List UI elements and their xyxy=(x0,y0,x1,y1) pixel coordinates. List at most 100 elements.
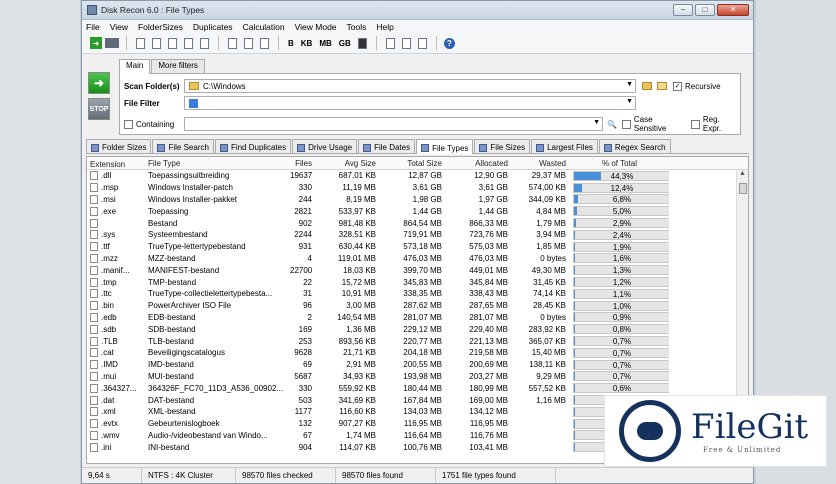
col-allocated[interactable]: Allocated xyxy=(445,157,511,169)
pct-bar: 12,4% xyxy=(573,182,669,193)
cell-files: 69 xyxy=(303,360,312,370)
containing-combo[interactable]: ▼ xyxy=(183,117,604,131)
table-row[interactable]: .IMD IMD-bestand 69 2,91 MB 200,55 MB 200,69 … xyxy=(87,359,748,371)
close-button[interactable]: ✕ xyxy=(717,4,749,16)
table-row[interactable]: .edb EDB-bestand 2 140,54 MB 281,07 MB 281,07… xyxy=(87,312,748,324)
containing-checkbox[interactable] xyxy=(124,119,133,129)
trash-icon[interactable] xyxy=(260,37,269,49)
col-wasted[interactable]: Wasted xyxy=(511,157,569,169)
menu-foldersizes[interactable]: FolderSizes xyxy=(138,22,183,32)
search-icon[interactable]: 🔍 xyxy=(606,118,618,130)
maximize-button[interactable]: □ xyxy=(695,4,715,16)
tab-file-sizes[interactable]: File Sizes xyxy=(474,139,531,153)
table-row[interactable]: .sys Systeembestand 2244 328,51 KB 719,91 MB… xyxy=(87,229,748,241)
list-doc-icon[interactable] xyxy=(200,37,209,49)
col-avg-size[interactable]: Avg Size xyxy=(315,157,379,169)
tab-drive-usage[interactable]: Drive Usage xyxy=(292,139,358,153)
table-row[interactable]: .sdb SDB-bestand 169 1,36 MB 229,12 MB 229,40… xyxy=(87,323,748,335)
tab-regex-search[interactable]: Regex Search xyxy=(598,139,671,153)
extension-text: .manif... xyxy=(101,265,130,275)
unit-mb-button[interactable]: MB xyxy=(317,37,333,49)
file-filter-combo[interactable]: ▼ xyxy=(184,96,636,110)
browse-folder-icon[interactable] xyxy=(642,82,652,90)
table-row[interactable]: .mui MUI-bestand 5687 34,93 KB 193,98 MB 203,… xyxy=(87,371,748,383)
stop-icon[interactable] xyxy=(105,38,119,48)
table-row[interactable]: .msi Windows Installer-pakket 244 8,19 MB 1,… xyxy=(87,194,748,206)
print-doc-icon[interactable] xyxy=(168,37,177,49)
extension-text: .ini xyxy=(101,442,112,452)
help-icon[interactable]: ? xyxy=(443,37,455,49)
table-row[interactable]: .cat Beveiligingscatalogus 9628 21,71 KB 204… xyxy=(87,347,748,359)
layout-list-icon[interactable] xyxy=(401,37,411,49)
scroll-up-icon[interactable]: ▲ xyxy=(737,170,748,182)
tab-file-search[interactable]: File Search xyxy=(152,139,214,153)
tab-folder-sizes[interactable]: Folder Sizes xyxy=(86,139,152,153)
menu-calculation[interactable]: Calculation xyxy=(243,22,285,32)
table-row[interactable]: .msp Windows Installer-patch 330 11,19 MB 3,… xyxy=(87,182,748,194)
cell-allocated: 229,40 MB xyxy=(469,324,508,334)
col-files[interactable]: Files xyxy=(287,157,315,169)
table-row[interactable]: .364327... 364326F_FC70_11D3_A536_00902..… xyxy=(87,382,748,394)
minimize-button[interactable]: – xyxy=(673,4,693,16)
layout-split-icon[interactable] xyxy=(385,37,395,49)
go-arrow-icon[interactable]: ➜ xyxy=(90,37,102,49)
table-row[interactable]: .mzz MZZ-bestand 4 119,01 MB 476,03 MB 476,03… xyxy=(87,253,748,265)
cell-avg-size: 533,97 KB xyxy=(338,206,376,216)
unit-gb-button[interactable]: GB xyxy=(337,37,353,49)
table-row[interactable]: .tmp TMP-bestand 22 15,72 MB 345,83 MB 345,84… xyxy=(87,276,748,288)
col-file-type[interactable]: File Type xyxy=(145,157,287,169)
clipboard-icon[interactable] xyxy=(244,37,253,49)
extension-text: .ttf xyxy=(101,242,110,252)
table-row[interactable]: .TLB TLB-bestand 253 893,56 KB 220,77 MB 221,… xyxy=(87,335,748,347)
calendar-icon xyxy=(363,143,372,152)
chevron-down-icon[interactable]: ▼ xyxy=(626,81,633,88)
scroll-thumb[interactable] xyxy=(739,183,747,194)
menu-file[interactable]: File xyxy=(86,22,100,32)
table-row[interactable]: .ttc TrueType-collectielettertypebesta...… xyxy=(87,288,748,300)
cell-files: 5687 xyxy=(294,371,312,381)
pct-bar: 44,3% xyxy=(573,170,669,181)
unit-b-button[interactable]: B xyxy=(286,37,296,49)
tab-find-duplicates[interactable]: Find Duplicates xyxy=(214,139,292,153)
page-icon[interactable] xyxy=(228,37,237,49)
recursive-checkbox[interactable]: ✓ xyxy=(673,81,682,91)
menu-view[interactable]: View xyxy=(110,22,128,32)
regex-checkbox[interactable] xyxy=(690,119,700,129)
table-row[interactable]: .exe Toepassing 2821 533,97 KB 1,44 GB 1,44 G… xyxy=(87,205,748,217)
menu-tools[interactable]: Tools xyxy=(347,22,367,32)
cell-allocated: 723,76 MB xyxy=(469,230,508,240)
auto-unit-icon[interactable] xyxy=(357,37,367,49)
title-bar[interactable]: Disk Recon 6.0 : File Types – □ ✕ xyxy=(82,1,753,20)
scan-folder-combo[interactable]: C:\Windows ▼ xyxy=(184,79,636,93)
extension-text: .sdb xyxy=(101,324,117,334)
menu-view-mode[interactable]: View Mode xyxy=(295,22,337,32)
table-row[interactable]: Bestand 902 981,48 KB 864,54 MB 866,33 MB 1,7… xyxy=(87,217,748,229)
copy-doc-icon[interactable] xyxy=(136,37,145,49)
file-type-icon xyxy=(90,442,98,452)
table-row[interactable]: .ttf TrueType-lettertypebestand 931 630,44 … xyxy=(87,241,748,253)
table-row[interactable]: .dll Toepassingsuitbreiding 19637 687,01 KB… xyxy=(87,170,748,182)
menu-help[interactable]: Help xyxy=(376,22,393,32)
unit-kb-button[interactable]: KB xyxy=(299,37,315,49)
table-row[interactable]: .manif... MANIFEST-bestand 22700 18,03 KB 39… xyxy=(87,264,748,276)
tab-file-dates[interactable]: File Dates xyxy=(358,139,416,153)
tab-main[interactable]: Main xyxy=(119,59,151,74)
export-doc-icon[interactable] xyxy=(152,37,161,49)
chevron-down-icon[interactable]: ▼ xyxy=(593,119,600,126)
cell-total-size: 200,55 MB xyxy=(403,360,442,370)
report-doc-icon[interactable] xyxy=(184,37,193,49)
table-row[interactable]: .bin PowerArchiver ISO File 96 3,00 MB 287,6… xyxy=(87,300,748,312)
stop-scan-button[interactable]: STOP xyxy=(88,98,110,120)
chevron-down-icon[interactable]: ▼ xyxy=(626,98,633,105)
case-sensitive-checkbox[interactable] xyxy=(621,119,631,129)
layout-grid-icon[interactable] xyxy=(417,37,427,49)
tab-file-types[interactable]: File Types xyxy=(416,139,474,154)
col-pct-total[interactable]: % of Total xyxy=(569,157,669,169)
tab-more-filters[interactable]: More filters xyxy=(151,59,205,73)
col-extension[interactable]: Extension xyxy=(87,157,145,169)
start-scan-button[interactable]: ➜ xyxy=(88,72,110,94)
col-total-size[interactable]: Total Size xyxy=(379,157,445,169)
open-folder-icon[interactable] xyxy=(657,82,667,90)
menu-duplicates[interactable]: Duplicates xyxy=(193,22,233,32)
tab-largest-files[interactable]: Largest Files xyxy=(531,139,598,153)
